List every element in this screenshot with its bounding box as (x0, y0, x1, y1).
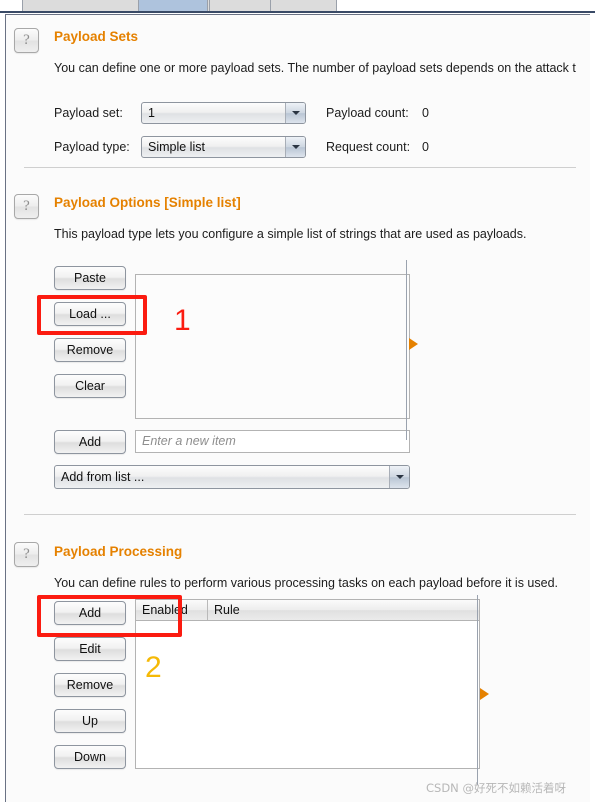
chevron-down-icon-payload-set[interactable] (285, 103, 305, 123)
payloads-panel: ? Payload Sets You can define one or mor… (5, 14, 590, 802)
paste-button[interactable]: Paste (54, 266, 126, 290)
question-mark-icon-payload-processing[interactable]: ? (14, 542, 39, 567)
payload-set-value: 1 (148, 106, 155, 120)
payload-type-select[interactable]: Simple list (141, 136, 306, 158)
payload-sets-description: You can define one or more payload sets.… (54, 61, 576, 75)
chevron-down-icon-payload-type[interactable] (285, 137, 305, 157)
payload-count-value: 0 (422, 106, 429, 120)
payload-list-box[interactable] (135, 274, 410, 419)
clear-button[interactable]: Clear (54, 374, 126, 398)
triangle-right-icon-1[interactable] (409, 338, 418, 350)
panel-splitter-2[interactable] (477, 595, 478, 785)
burp-intruder-payloads-screen: ? Payload Sets You can define one or mor… (0, 0, 595, 802)
payload-set-label: Payload set: (54, 106, 123, 120)
annotation-box-2 (37, 595, 182, 637)
payload-count-label: Payload count: (326, 106, 409, 120)
tab-strip (0, 0, 595, 14)
move-rule-down-button[interactable]: Down (54, 745, 126, 769)
payload-processing-rules-table[interactable]: Enabled Rule (135, 599, 480, 769)
section-divider-2 (24, 514, 576, 515)
remove-rule-button[interactable]: Remove (54, 673, 126, 697)
edit-rule-button[interactable]: Edit (54, 637, 126, 661)
chevron-down-icon-add-from-list[interactable] (389, 466, 409, 488)
question-mark-icon-payload-options[interactable]: ? (14, 194, 39, 219)
payload-sets-title: Payload Sets (54, 29, 139, 44)
payload-set-select[interactable]: 1 (141, 102, 306, 124)
add-from-list-value: Add from list ... (61, 470, 145, 484)
request-count-label: Request count: (326, 140, 411, 154)
annotation-number-1: 1 (174, 304, 191, 337)
add-payload-button[interactable]: Add (54, 430, 126, 454)
triangle-right-icon-2[interactable] (480, 688, 489, 700)
payload-type-label: Payload type: (54, 140, 130, 154)
new-item-input[interactable]: Enter a new item (135, 430, 410, 453)
move-rule-up-button[interactable]: Up (54, 709, 126, 733)
payload-options-description: This payload type lets you configure a s… (54, 227, 527, 241)
payload-processing-description: You can define rules to perform various … (54, 576, 558, 590)
payload-type-value: Simple list (148, 140, 205, 154)
section-divider-1 (24, 167, 576, 168)
csdn-watermark: CSDN @好死不如赖活着呀 (426, 781, 566, 795)
annotation-number-2: 2 (145, 651, 162, 684)
tab-strip-underline (0, 11, 595, 13)
add-from-list-select[interactable]: Add from list ... (54, 465, 410, 489)
table-header-row: Enabled Rule (136, 600, 479, 621)
column-header-rule[interactable]: Rule (208, 600, 479, 620)
payload-processing-title: Payload Processing (54, 544, 183, 559)
remove-button-payloads[interactable]: Remove (54, 338, 126, 362)
annotation-box-1 (37, 295, 147, 335)
question-mark-icon-payload-sets[interactable]: ? (14, 28, 39, 53)
request-count-value: 0 (422, 140, 429, 154)
payload-options-title: Payload Options [Simple list] (54, 195, 241, 210)
new-item-placeholder: Enter a new item (142, 434, 236, 448)
panel-splitter-1[interactable] (406, 260, 407, 440)
